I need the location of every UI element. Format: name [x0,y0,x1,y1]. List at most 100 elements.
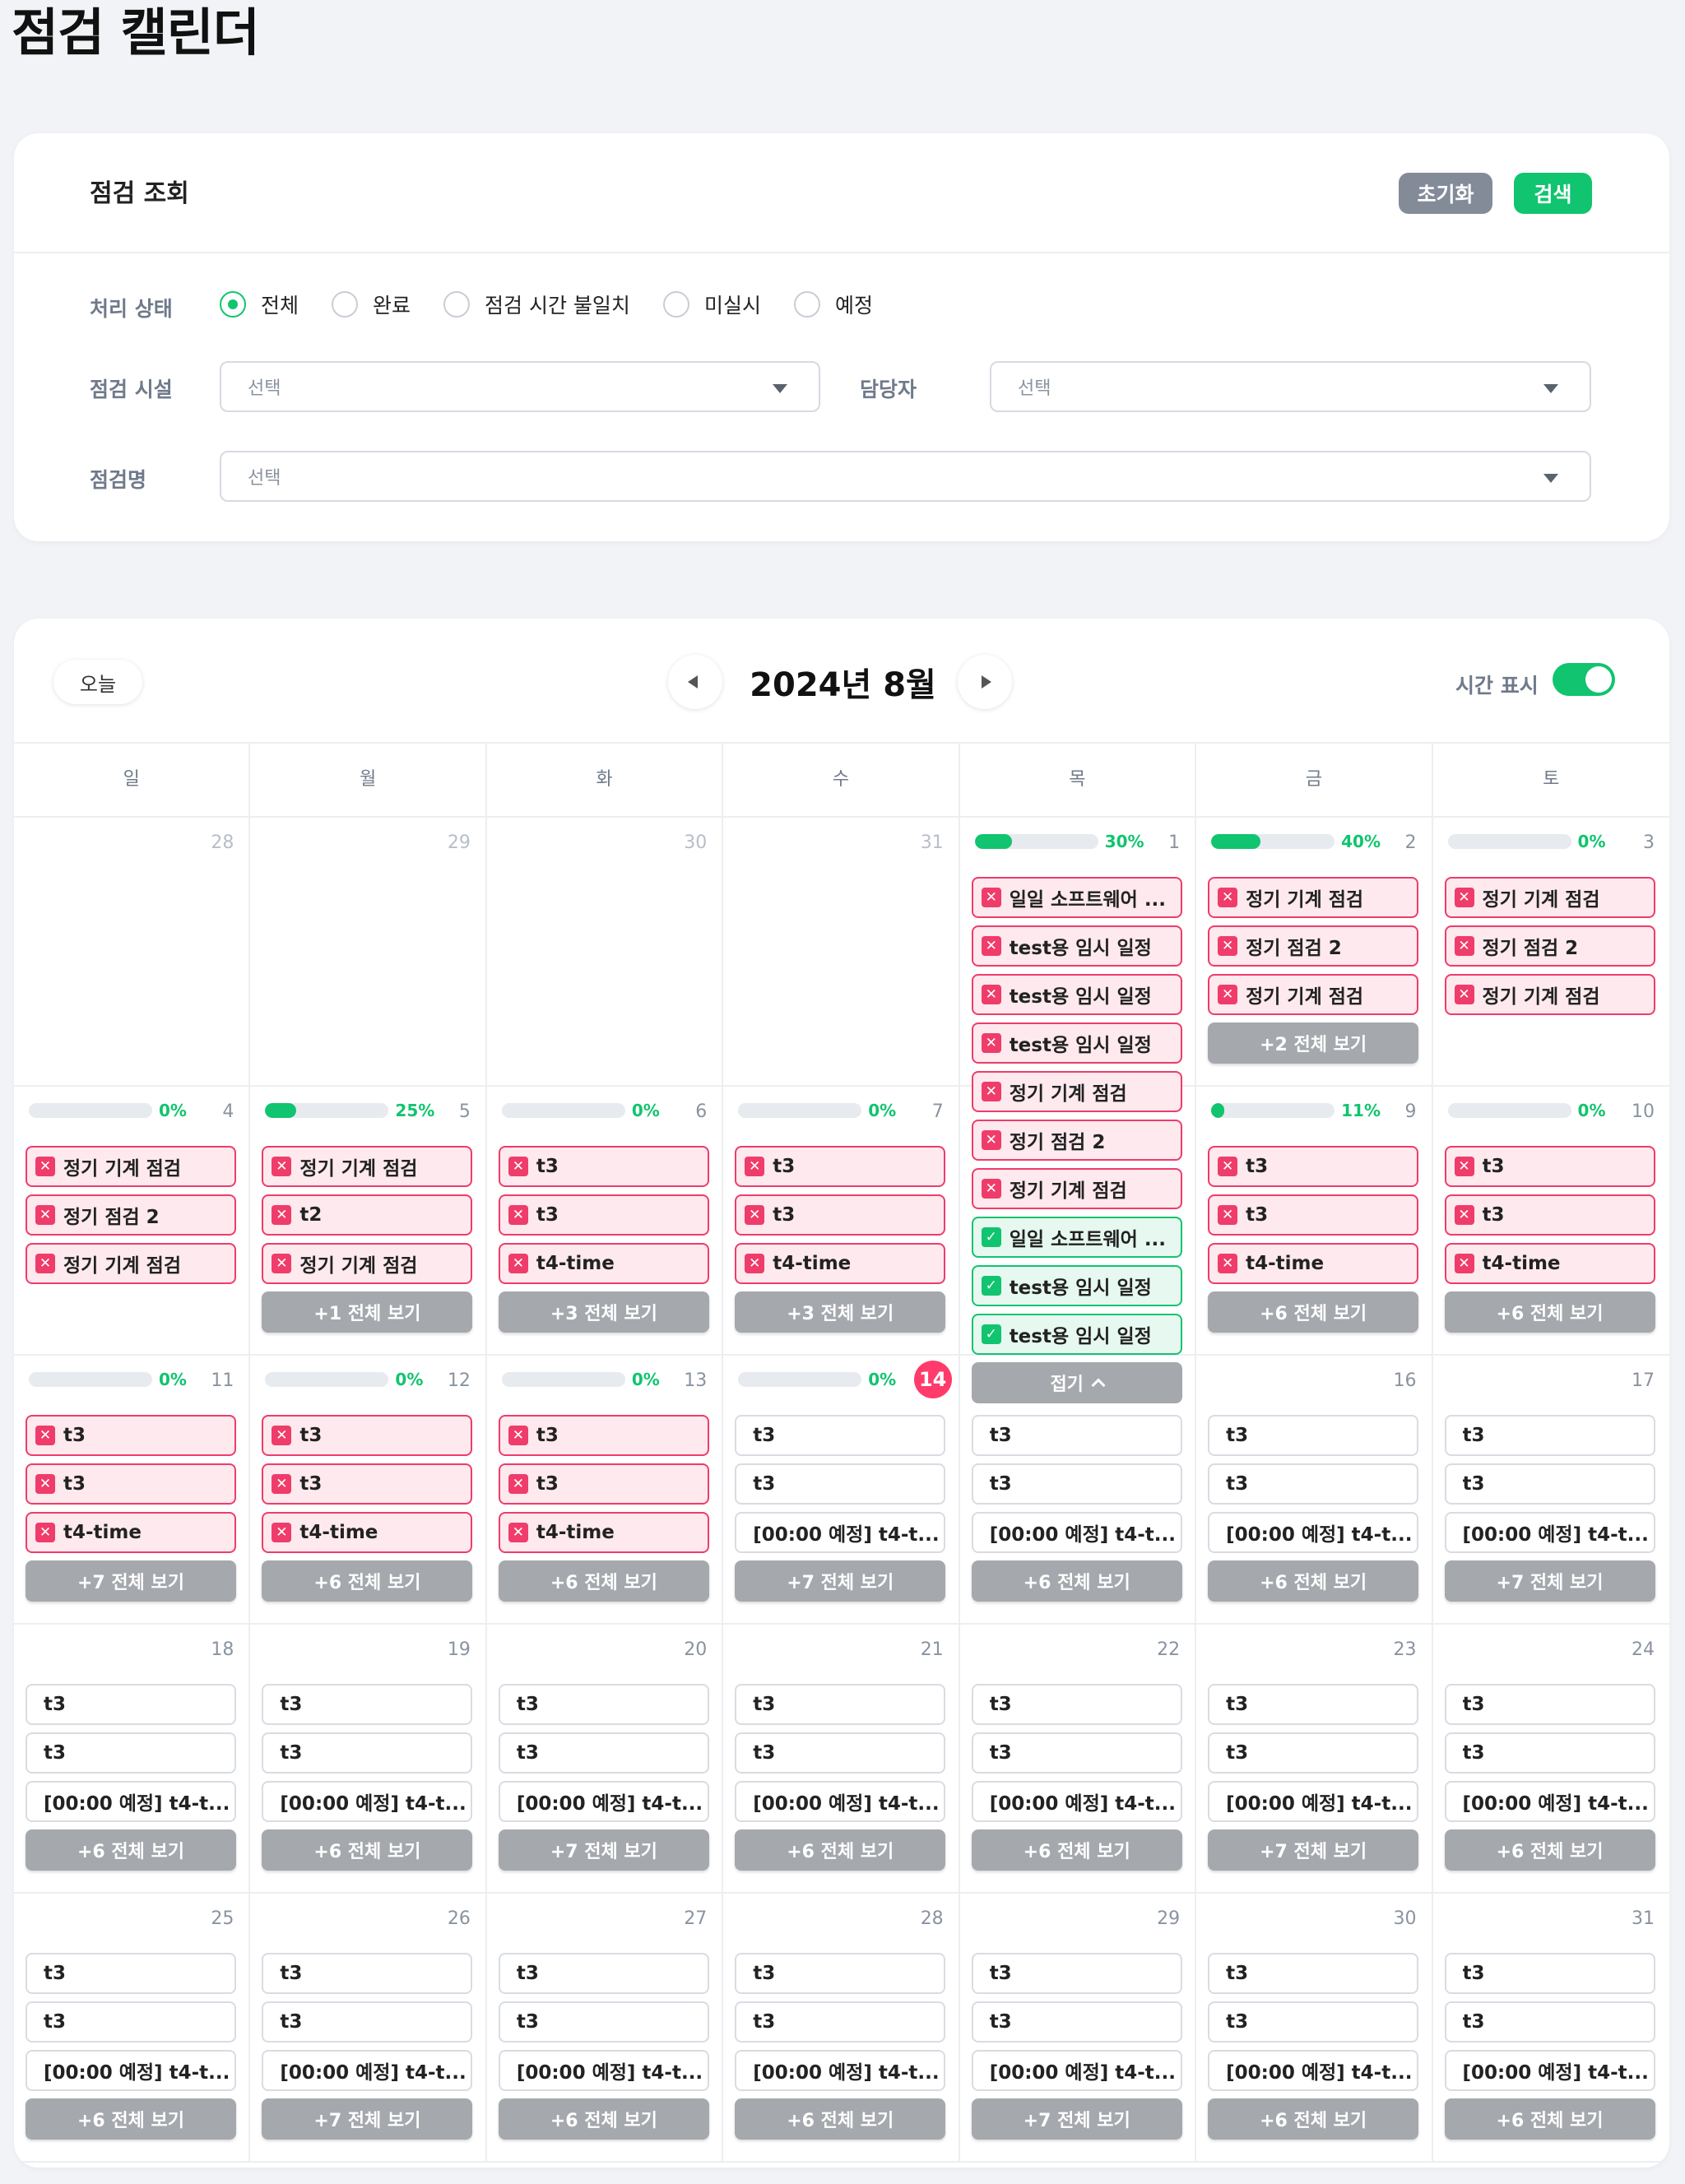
event-scheduled[interactable]: t3 [1208,1415,1419,1456]
event-missed[interactable]: ✕ t4-time [498,1512,709,1553]
event-missed[interactable]: ✕ 정기 점검 2 [26,1194,236,1236]
event-scheduled[interactable]: t3 [1444,1953,1655,1994]
show-all-button[interactable]: +7 전체 보기 [1208,1829,1419,1871]
calendar-day-cell[interactable]: 29 t3 t3 [00:00 예정] t4-t... +7 전체 보기 [960,1894,1197,2161]
show-all-button[interactable]: +3 전체 보기 [498,1291,709,1333]
show-all-button[interactable]: +6 전체 보기 [735,2098,946,2140]
calendar-day-cell[interactable]: 22 t3 t3 [00:00 예정] t4-t... +6 전체 보기 [960,1625,1197,1892]
event-missed[interactable]: ✕ 정기 점검 2 [1444,925,1655,967]
event-scheduled[interactable]: t3 [735,1953,946,1994]
status-radio[interactable]: 미실시 [662,290,761,319]
event-missed[interactable]: ✕ t3 [1444,1146,1655,1187]
event-scheduled[interactable]: [00:00 예정] t4-t... [1208,2050,1419,2091]
inspection-name-select[interactable]: 선택 [220,451,1591,502]
show-all-button[interactable]: +6 전체 보기 [1444,1829,1655,1871]
calendar-day-cell[interactable]: 14 0% t3 t3 [00:00 예정] t4-t... +7 전체 보기 [723,1356,960,1623]
event-missed[interactable]: ✕ 정기 점검 2 [971,1120,1182,1161]
show-all-button[interactable]: +2 전체 보기 [1208,1022,1419,1064]
calendar-day-cell[interactable]: 7 0% ✕ t3 ✕ t3 ✕ t4-time +3 전체 보기 [723,1087,960,1354]
event-scheduled[interactable]: t3 [971,1732,1182,1774]
event-missed[interactable]: ✕ t4-time [735,1243,946,1284]
event-scheduled[interactable]: [00:00 예정] t4-t... [971,1512,1182,1553]
time-toggle[interactable] [1553,663,1615,696]
event-missed[interactable]: ✕ test용 임시 일정 [971,974,1182,1015]
event-scheduled[interactable]: [00:00 예정] t4-t... [498,2050,709,2091]
show-all-button[interactable]: +6 전체 보기 [971,1560,1182,1602]
show-all-button[interactable]: +6 전체 보기 [1208,1291,1419,1333]
event-scheduled[interactable]: t3 [498,1953,709,1994]
event-scheduled[interactable]: t3 [498,2001,709,2043]
calendar-day-cell[interactable]: 12 0% ✕ t3 ✕ t3 ✕ t4-time +6 전체 보기 [250,1356,487,1623]
event-scheduled[interactable]: t3 [971,1953,1182,1994]
calendar-day-cell[interactable]: 13 0% ✕ t3 ✕ t3 ✕ t4-time +6 전체 보기 [487,1356,724,1623]
event-scheduled[interactable]: t3 [735,1684,946,1725]
event-missed[interactable]: ✕ t4-time [1208,1243,1419,1284]
facility-select[interactable]: 선택 [220,361,820,412]
event-missed[interactable]: ✕ 정기 기계 점검 [1444,974,1655,1015]
event-missed[interactable]: ✕ t4-time [1444,1243,1655,1284]
show-all-button[interactable]: +6 전체 보기 [1208,2098,1419,2140]
event-missed[interactable]: ✕ 정기 기계 점검 [26,1146,236,1187]
event-scheduled[interactable]: t3 [498,1732,709,1774]
event-scheduled[interactable]: [00:00 예정] t4-t... [735,1512,946,1553]
event-scheduled[interactable]: t3 [1444,1732,1655,1774]
event-scheduled[interactable]: t3 [26,1732,236,1774]
calendar-day-cell[interactable]: 16 t3 t3 [00:00 예정] t4-t... +6 전체 보기 [1196,1356,1433,1623]
event-missed[interactable]: ✕ 정기 기계 점검 [262,1243,473,1284]
event-scheduled[interactable]: t3 [1208,1684,1419,1725]
calendar-day-cell[interactable]: 17 t3 t3 [00:00 예정] t4-t... +7 전체 보기 [1433,1356,1669,1623]
event-completed[interactable]: ✓ test용 임시 일정 [971,1265,1182,1306]
event-missed[interactable]: ✕ t3 [498,1146,709,1187]
event-scheduled[interactable]: t3 [971,1463,1182,1505]
calendar-day-cell[interactable]: 31 [723,818,960,1085]
calendar-day-cell[interactable]: 6 0% ✕ t3 ✕ t3 ✕ t4-time +3 전체 보기 [487,1087,724,1354]
event-scheduled[interactable]: t3 [735,2001,946,2043]
calendar-day-cell[interactable]: 27 t3 t3 [00:00 예정] t4-t... +6 전체 보기 [487,1894,724,2161]
event-completed[interactable]: ✓ test용 임시 일정 [971,1314,1182,1355]
calendar-day-cell[interactable]: 5 25% ✕ 정기 기계 점검 ✕ t2 ✕ 정기 기계 점검 +1 전체 보기 [250,1087,487,1354]
event-scheduled[interactable]: [00:00 예정] t4-t... [1208,1781,1419,1822]
event-scheduled[interactable]: t3 [1208,1463,1419,1505]
event-missed[interactable]: ✕ 정기 기계 점검 [1208,877,1419,918]
event-missed[interactable]: ✕ test용 임시 일정 [971,1022,1182,1064]
show-all-button[interactable]: +7 전체 보기 [971,2098,1182,2140]
event-missed[interactable]: ✕ 정기 기계 점검 [1208,974,1419,1015]
event-missed[interactable]: ✕ t3 [1208,1146,1419,1187]
event-scheduled[interactable]: [00:00 예정] t4-t... [735,2050,946,2091]
event-scheduled[interactable]: [00:00 예정] t4-t... [971,2050,1182,2091]
prev-month-button[interactable] [668,655,722,709]
event-missed[interactable]: ✕ t4-time [498,1243,709,1284]
calendar-day-cell[interactable]: 11 0% ✕ t3 ✕ t3 ✕ t4-time +7 전체 보기 [14,1356,251,1623]
event-scheduled[interactable]: [00:00 예정] t4-t... [971,1781,1182,1822]
show-all-button[interactable]: +7 전체 보기 [498,1829,709,1871]
event-missed[interactable]: ✕ t3 [498,1194,709,1236]
calendar-day-cell[interactable]: 4 0% ✕ 정기 기계 점검 ✕ 정기 점검 2 ✕ 정기 기계 점검 [14,1087,251,1354]
event-missed[interactable]: ✕ 정기 기계 점검 [1444,877,1655,918]
calendar-day-cell[interactable]: 20 t3 t3 [00:00 예정] t4-t... +7 전체 보기 [487,1625,724,1892]
calendar-day-cell[interactable]: 19 t3 t3 [00:00 예정] t4-t... +6 전체 보기 [250,1625,487,1892]
event-scheduled[interactable]: t3 [735,1732,946,1774]
calendar-day-cell[interactable]: 18 t3 t3 [00:00 예정] t4-t... +6 전체 보기 [14,1625,251,1892]
event-scheduled[interactable]: t3 [1444,1415,1655,1456]
next-month-button[interactable] [958,655,1012,709]
calendar-day-cell[interactable]: 1 30% ✕ 일일 소프트웨어 ... ✕ test용 임시 일정 ✕ test용 임시 일… [960,818,1197,1403]
calendar-day-cell[interactable]: 31 t3 t3 [00:00 예정] t4-t... +6 전체 보기 [1433,1894,1669,2161]
event-missed[interactable]: ✕ t3 [26,1463,236,1505]
event-scheduled[interactable]: t3 [971,2001,1182,2043]
event-scheduled[interactable]: [00:00 예정] t4-t... [1444,1781,1655,1822]
show-all-button[interactable]: +6 전체 보기 [26,2098,236,2140]
calendar-day-cell[interactable]: 10 0% ✕ t3 ✕ t3 ✕ t4-time +6 전체 보기 [1433,1087,1669,1354]
status-radio[interactable]: 완료 [332,290,411,319]
event-scheduled[interactable]: t3 [1208,2001,1419,2043]
calendar-day-cell[interactable]: 9 11% ✕ t3 ✕ t3 ✕ t4-time +6 전체 보기 [1196,1087,1433,1354]
manager-select[interactable]: 선택 [990,361,1591,412]
event-scheduled[interactable]: t3 [26,1684,236,1725]
show-all-button[interactable]: +6 전체 보기 [262,1829,473,1871]
event-missed[interactable]: ✕ t3 [26,1415,236,1456]
event-scheduled[interactable]: t3 [262,1684,473,1725]
reset-button[interactable]: 초기화 [1399,173,1492,214]
event-scheduled[interactable]: t3 [971,1684,1182,1725]
event-missed[interactable]: ✕ t3 [1208,1194,1419,1236]
calendar-day-cell[interactable]: 23 t3 t3 [00:00 예정] t4-t... +7 전체 보기 [1196,1625,1433,1892]
event-scheduled[interactable]: t3 [971,1415,1182,1456]
